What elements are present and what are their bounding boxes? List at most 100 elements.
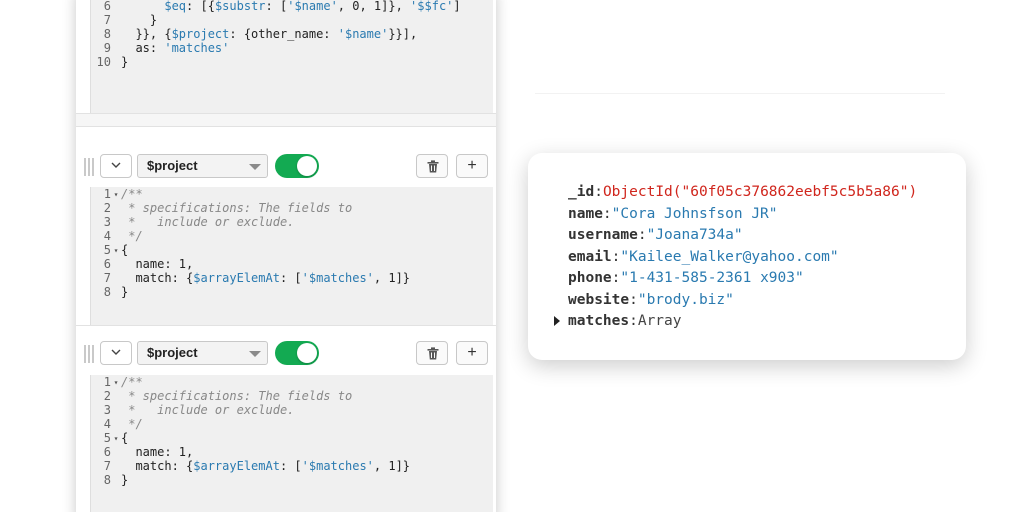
- select-caret-icon: [249, 164, 261, 170]
- expand-arrow-icon[interactable]: [554, 316, 560, 326]
- code-token: match: {: [121, 459, 194, 473]
- document-field-id: _id:ObjectId("60f05c376862eebf5c5b5a86"): [568, 182, 917, 202]
- stage-enable-toggle[interactable]: [275, 154, 319, 178]
- background-rule: [535, 93, 945, 94]
- stage-operator-select[interactable]: $project: [137, 341, 268, 365]
- code-text: * specifications: The fields to: [121, 201, 352, 215]
- field-value: "1-431-585-2361 x903": [620, 270, 804, 286]
- line-number: 2: [103, 389, 111, 403]
- chevron-down-icon: [111, 162, 121, 169]
- stage-header-2: $project +: [76, 336, 496, 372]
- chevron-down-icon: [111, 349, 121, 356]
- code-token: ]: [453, 0, 461, 13]
- line-number: 3: [103, 403, 111, 417]
- document-field-username: username:"Joana734a": [568, 225, 743, 245]
- field-value: "Joana734a": [646, 227, 743, 243]
- document-field-name: name:"Cora Johnsfson JR": [568, 204, 778, 224]
- fold-arrow-icon[interactable]: ▾: [111, 188, 121, 202]
- code-token: */: [121, 417, 143, 431]
- field-key: phone: [568, 270, 612, 286]
- code-token: * specifications: The fields to: [121, 201, 353, 215]
- code-token: $arrayElemAt: [193, 271, 280, 285]
- code-token: * specifications: The fields to: [121, 389, 353, 403]
- code-token: : [: [279, 271, 302, 285]
- code-line: 4 */: [95, 417, 143, 431]
- drag-handle-icon[interactable]: [84, 158, 96, 176]
- code-token: {: [121, 243, 129, 257]
- delete-stage-button[interactable]: [416, 341, 448, 365]
- line-number: 5: [103, 431, 111, 445]
- field-key: website: [568, 291, 630, 308]
- line-number: 5: [103, 243, 111, 257]
- code-token: : {other_name:: [229, 27, 338, 41]
- code-token: $project: [171, 27, 230, 41]
- field-value: "brody.biz": [637, 291, 734, 308]
- document-field-email: email:"Kailee_Walker@yahoo.com": [568, 247, 839, 267]
- code-token: '$name': [337, 27, 389, 41]
- code-line: 5 ▾{: [95, 431, 128, 445]
- code-token: '$matches': [301, 271, 374, 285]
- document-field-phone: phone:"1-431-585-2361 x903": [568, 268, 804, 288]
- line-number: 4: [103, 417, 111, 431]
- document-field-matches[interactable]: matches:Array: [554, 311, 682, 331]
- line-number: 8: [103, 27, 111, 41]
- code-text: */: [121, 229, 143, 243]
- add-stage-button[interactable]: +: [456, 341, 488, 365]
- code-token: name: 1,: [121, 257, 194, 271]
- stage-divider: [76, 325, 496, 335]
- code-token: $eq: [164, 0, 187, 13]
- delete-stage-button[interactable]: [416, 154, 448, 178]
- code-line: 8}: [95, 473, 128, 487]
- code-text: * include or exclude.: [121, 403, 294, 417]
- line-number: 7: [103, 271, 111, 285]
- fold-arrow-icon[interactable]: ▾: [111, 244, 121, 258]
- stage-editor-1[interactable]: 1 ▾/** 2 * specifications: The fields to 3 …: [90, 187, 493, 329]
- code-line: 8}: [95, 285, 128, 299]
- code-token: 'matches': [164, 41, 230, 55]
- code-line: 6 name: 1,: [95, 257, 193, 271]
- code-text: as: 'matches': [121, 41, 229, 55]
- line-number: 6: [103, 257, 111, 271]
- collapse-stage-button[interactable]: [100, 154, 132, 178]
- field-separator: :: [629, 313, 638, 329]
- line-number: 2: [103, 201, 111, 215]
- fold-arrow-icon[interactable]: ▾: [111, 432, 121, 446]
- stage-operator-select[interactable]: $project: [137, 154, 268, 178]
- code-token: , 1]}: [373, 459, 411, 473]
- stage-header-1: $project +: [76, 149, 496, 185]
- code-token: /**: [121, 187, 143, 201]
- code-line: 7 }: [95, 13, 157, 27]
- code-line: 9 as: 'matches': [95, 41, 230, 55]
- line-number: 6: [103, 0, 111, 13]
- code-token: : [{: [186, 0, 215, 13]
- code-token: '$matches': [301, 459, 374, 473]
- add-stage-button[interactable]: +: [456, 154, 488, 178]
- code-text: match: {$arrayElemAt: ['$matches', 1]}: [121, 459, 410, 473]
- stage-divider: [76, 113, 496, 127]
- collapse-stage-button[interactable]: [100, 341, 132, 365]
- code-token: * include or exclude.: [121, 215, 295, 229]
- code-token: */: [121, 229, 143, 243]
- line-number: 10: [96, 55, 111, 69]
- result-document-card: _id:ObjectId("60f05c376862eebf5c5b5a86")…: [528, 153, 966, 360]
- toggle-knob: [297, 343, 317, 363]
- field-key: username: [568, 227, 638, 243]
- code-text: /**: [121, 187, 143, 201]
- stage-enable-toggle[interactable]: [275, 341, 319, 365]
- stage-editor-top[interactable]: 6 $eq: [{$substr: ['$name', 0, 1]}, '$$f…: [90, 0, 493, 113]
- drag-handle-icon[interactable]: [84, 345, 96, 363]
- code-line: 2 * specifications: The fields to: [95, 201, 352, 215]
- code-text: }}, {$project: {other_name: '$name'}}],: [121, 27, 417, 41]
- fold-arrow-icon[interactable]: ▾: [111, 376, 121, 390]
- toggle-knob: [297, 156, 317, 176]
- select-caret-icon: [249, 351, 261, 357]
- code-token: }: [121, 473, 129, 487]
- code-line: 6 $eq: [{$substr: ['$name', 0, 1]}, '$$f…: [95, 0, 461, 13]
- code-token: '$name': [287, 0, 338, 13]
- code-token: }: [121, 13, 158, 27]
- code-line: 1 ▾/**: [95, 187, 143, 201]
- field-key: email: [568, 248, 612, 265]
- code-token: }}],: [388, 27, 418, 41]
- stage-editor-2[interactable]: 1 ▾/** 2 * specifications: The fields to 3 …: [90, 375, 493, 512]
- line-number: 7: [103, 459, 111, 473]
